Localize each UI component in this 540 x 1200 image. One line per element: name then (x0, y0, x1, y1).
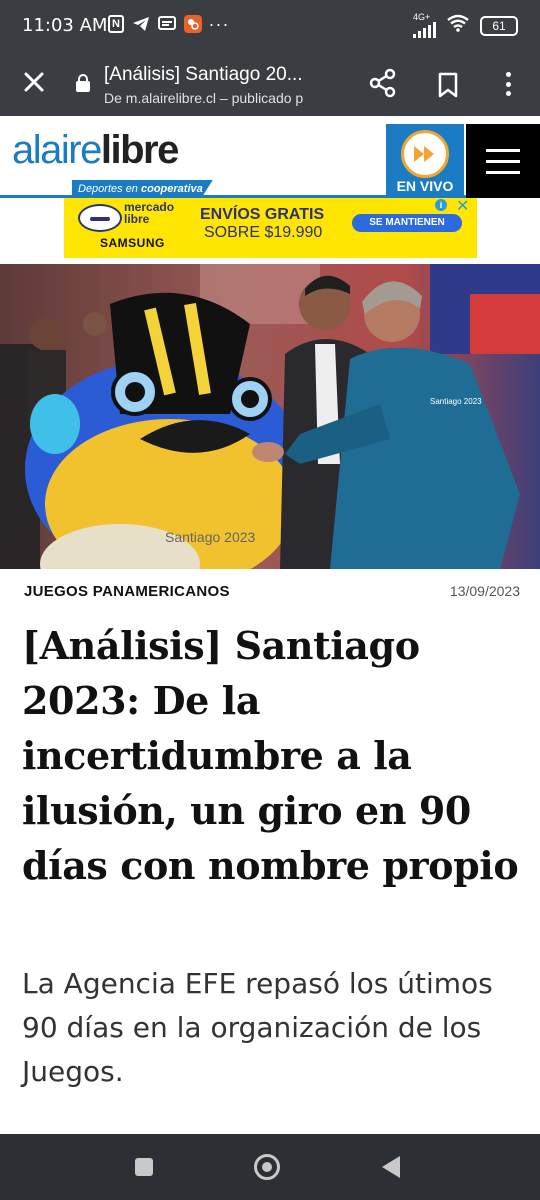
live-label: EN VIVO (396, 178, 454, 194)
ad-close-icon[interactable]: ✕ (456, 198, 469, 216)
lock-icon[interactable] (76, 74, 90, 92)
ad-brand-line2: libre (124, 212, 150, 226)
signal-icon: 4G+ (413, 13, 436, 38)
back-icon[interactable] (382, 1156, 400, 1178)
status-icons-right: 4G+ 61 (413, 13, 518, 38)
ad-cta-button[interactable]: SE MANTIENEN (352, 214, 462, 232)
battery-icon: 61 (480, 15, 518, 36)
play-icon (401, 130, 449, 178)
app-icon (184, 15, 202, 33)
ad-samsung: SAMSUNG (100, 236, 165, 250)
url-line[interactable]: De m.alairelibre.cl – publicado p (104, 90, 340, 106)
jacket-logo-text: Santiago 2023 (430, 397, 482, 406)
article-hero-image: Santiago 2023 Santiago 2023 (0, 264, 540, 569)
mascot-logo-text: Santiago 2023 (165, 529, 256, 545)
ad-banner[interactable]: mercado libre SAMSUNG ENVÍOS GRATIS SOBR… (64, 198, 477, 258)
status-bar: 11:03 AM N ··· 4G+ 61 (0, 0, 540, 52)
system-nav-bar (0, 1134, 540, 1200)
ad-subline: SOBRE $19.990 (204, 224, 323, 241)
message-icon (158, 14, 176, 34)
telegram-icon (132, 14, 150, 34)
handshake-icon (78, 204, 122, 232)
network-label: 4G+ (413, 12, 431, 22)
more-dots-icon: ··· (208, 13, 230, 34)
hero-illustration: Santiago 2023 Santiago 2023 (0, 264, 540, 569)
ad-headline: ENVÍOS GRATIS (200, 206, 325, 223)
battery-level: 61 (492, 18, 506, 33)
article-category[interactable]: JUEGOS PANAMERICANOS (24, 583, 230, 600)
live-radio-button[interactable]: EN VIVO (386, 124, 464, 198)
wifi-icon (446, 14, 470, 37)
share-icon[interactable] (368, 68, 398, 98)
article-meta: JUEGOS PANAMERICANOS 13/09/2023 (24, 583, 520, 603)
article-headline: [Análisis] Santiago 2023: De la incertid… (22, 623, 519, 888)
logo-tag-brand: cooperativa (140, 183, 203, 195)
status-icons-left: N ··· (108, 13, 230, 34)
ad-brand: mercado libre (124, 201, 194, 225)
browser-toolbar: [Análisis] Santiago 20... De m.alairelib… (0, 52, 540, 116)
site-logo[interactable]: alairelibre Deportes en cooperativa (12, 128, 232, 198)
logo-part2: libre (100, 128, 179, 172)
logo-tagline: Deportes en cooperativa (72, 180, 213, 198)
logo-wordmark: alairelibre (12, 128, 179, 172)
page-title[interactable]: [Análisis] Santiago 20... (104, 64, 340, 86)
close-icon[interactable] (18, 66, 50, 98)
more-vert-icon[interactable] (500, 70, 516, 98)
hamburger-menu-icon[interactable] (466, 124, 540, 198)
article-date: 13/09/2023 (449, 583, 520, 599)
bookmark-icon[interactable] (437, 72, 459, 98)
ad-info-icon[interactable]: i (435, 199, 447, 211)
logo-part1: alaire (12, 128, 102, 172)
logo-tag-prefix: Deportes en (78, 183, 141, 195)
nfc-icon: N (108, 15, 124, 33)
article-lead: La Agencia EFE repasó los útimos 90 días… (22, 967, 493, 1088)
recents-icon[interactable] (135, 1158, 153, 1176)
status-time: 11:03 AM (22, 15, 108, 36)
home-icon[interactable] (254, 1154, 280, 1180)
